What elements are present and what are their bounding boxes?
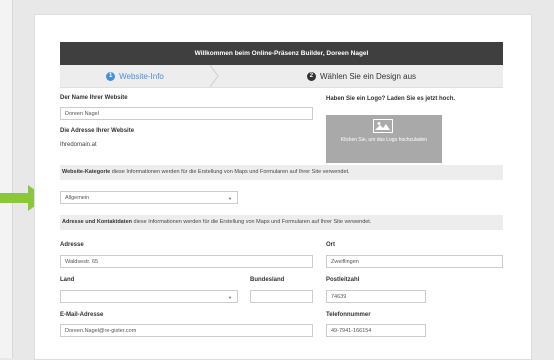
website-name-input[interactable]: Doreen Nagel [60,107,313,120]
builder-card: Willkommen beim Online-Präsenz Builder, … [34,14,532,360]
step-label: Wählen Sie ein Design aus [319,71,417,81]
wizard-steps: 1 Website-Info 2 Wählen Sie ein Design a… [60,65,503,88]
category-selected-value: Allgemein [65,195,90,201]
phone-label: Telefonnummer [326,312,371,318]
chevron-down-icon: ▼ [228,196,232,201]
welcome-header: Willkommen beim Online-Präsenz Builder, … [60,42,503,65]
state-label: Bundesland [250,277,285,283]
state-input[interactable] [250,290,313,303]
website-address-label: Die Adresse Ihrer Website [60,128,135,134]
country-select[interactable]: ▼ [60,290,238,303]
category-select[interactable]: Allgemein ▼ [60,191,238,204]
chevron-down-icon: ▼ [228,295,232,300]
step-number-badge: 2 [306,71,316,81]
city-input[interactable]: Zweiflingen [326,255,503,268]
step-label: Website-Info [119,71,164,81]
contact-description: diese Informationen werden für die Erste… [133,219,372,225]
step-number-badge: 1 [106,71,116,81]
contact-section-header: Adresse und Kontaktdaten diese Informati… [60,215,503,230]
address-input[interactable]: Waldsestr. 65 [60,255,313,268]
logo-upload-label: Klicken Sie, um das Logo hochzuladen [340,137,428,143]
category-section-header: Website-Kategorie diese Informationen we… [60,165,503,180]
address-label: Adresse [60,242,84,248]
image-icon [373,119,393,133]
phone-input[interactable]: 49-7941-166154 [326,324,426,337]
zip-label: Postleitzahl [326,277,360,283]
website-name-label: Der Name Ihrer Website [60,95,128,101]
step-separator-icon [210,65,219,87]
city-label: Ort [326,242,335,248]
zip-input[interactable]: 74639 [326,290,426,303]
contact-title: Adresse und Kontaktdaten [62,219,132,225]
step-website-info[interactable]: 1 Website-Info [60,65,210,87]
step-choose-design[interactable]: 2 Wählen Sie ein Design aus [220,65,503,87]
category-title: Website-Kategorie [62,169,111,175]
website-address-value: Ihredomain.at [60,142,97,148]
logo-upload-button[interactable]: Klicken Sie, um das Logo hochzuladen [326,115,442,163]
email-label: E-Mail-Adresse [60,312,104,318]
left-panel [0,0,13,358]
logo-question: Haben Sie ein Logo? Laden Sie es jetzt h… [326,96,456,102]
category-description: diese Informationen werden für die Erste… [111,169,350,175]
email-input[interactable]: Doreen.Nagel@re-gister.com [60,324,313,337]
country-label: Land [60,277,75,283]
